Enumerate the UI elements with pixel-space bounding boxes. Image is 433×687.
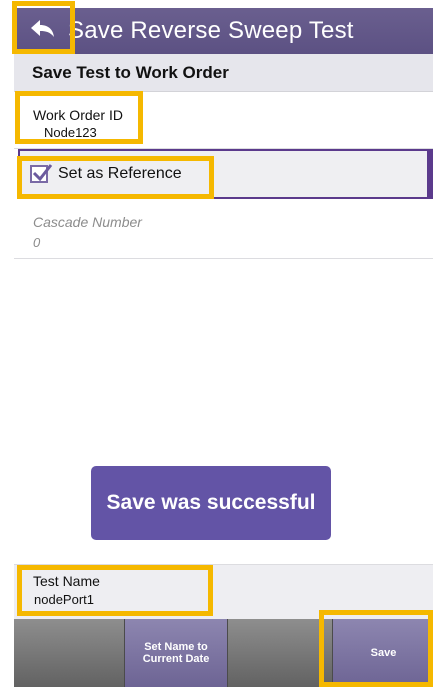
back-arrow-icon	[30, 19, 56, 44]
title-bar: Save Reverse Sweep Test	[14, 8, 433, 54]
back-button[interactable]	[17, 11, 69, 51]
page-title: Save Reverse Sweep Test	[68, 17, 354, 44]
test-name-field[interactable]: Test Name nodePort1	[14, 564, 433, 620]
set-date-line1: Set Name to	[144, 641, 208, 653]
work-order-label: Work Order ID	[33, 107, 123, 123]
work-order-field[interactable]: Work Order ID Node123	[14, 92, 433, 149]
bottom-toolbar: Set Name to Current Date Save	[14, 619, 433, 687]
reference-checkbox[interactable]	[30, 164, 53, 183]
success-toast: Save was successful	[91, 466, 331, 540]
test-name-value: nodePort1	[34, 592, 94, 607]
cascade-value: 0	[33, 235, 41, 250]
set-as-reference-row[interactable]: Set as Reference	[18, 149, 433, 199]
cascade-label: Cascade Number	[33, 214, 142, 230]
section-header: Save Test to Work Order	[14, 54, 433, 92]
test-name-label: Test Name	[33, 573, 100, 589]
app-window: Save Reverse Sweep Test Save Test to Wor…	[14, 8, 433, 687]
set-name-to-date-button[interactable]: Set Name to Current Date	[124, 619, 228, 687]
save-button[interactable]: Save	[332, 619, 433, 687]
section-title: Save Test to Work Order	[32, 63, 229, 82]
reference-label: Set as Reference	[58, 165, 182, 182]
cascade-number-field[interactable]: Cascade Number 0	[14, 204, 433, 259]
checkmark-icon	[32, 164, 53, 182]
set-date-line2: Current Date	[142, 653, 210, 665]
work-order-value: Node123	[44, 125, 97, 140]
